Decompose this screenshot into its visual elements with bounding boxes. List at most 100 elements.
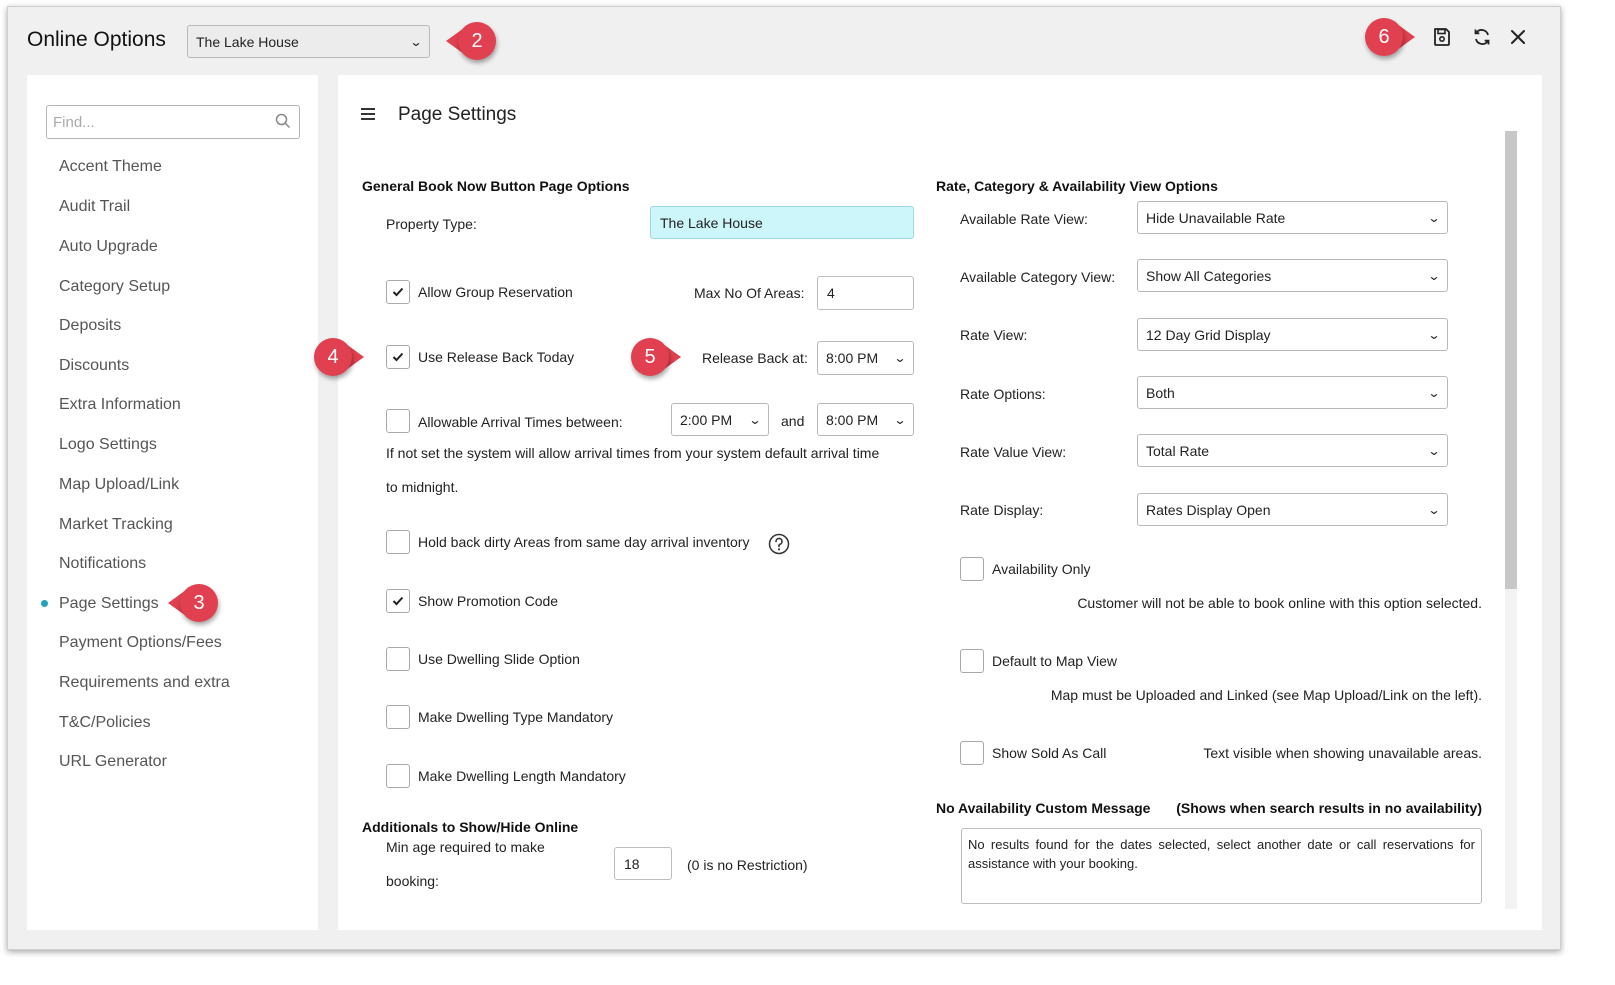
hamburger-menu-icon[interactable] — [360, 107, 376, 126]
window-title: Online Options — [27, 28, 166, 51]
sidebar-item-tc-policies[interactable]: T&C/Policies — [59, 714, 151, 732]
min-age-label-line1: Min age required to make — [386, 839, 545, 855]
rate-view-label: Rate View: — [960, 327, 1028, 343]
show-promotion-code-checkbox[interactable] — [386, 589, 410, 613]
help-icon[interactable] — [768, 533, 790, 560]
sidebar-item-requirements-and-extra[interactable]: Requirements and extra — [59, 674, 230, 692]
sidebar-item-logo-settings[interactable]: Logo Settings — [59, 436, 157, 454]
general-options-heading: General Book Now Button Page Options — [362, 178, 630, 194]
close-icon[interactable] — [1506, 25, 1530, 49]
allow-group-reservation-label: Allow Group Reservation — [418, 284, 573, 300]
rate-options-label: Rate Options: — [960, 386, 1046, 402]
default-map-view-label: Default to Map View — [992, 653, 1118, 669]
dwelling-length-mandatory-label: Make Dwelling Length Mandatory — [418, 768, 626, 784]
search-icon[interactable] — [275, 113, 291, 134]
search-input[interactable] — [46, 105, 300, 139]
callout-2: 2 — [446, 22, 496, 60]
dwelling-length-mandatory-checkbox[interactable] — [386, 764, 410, 788]
rate-options-select[interactable]: Both ⌄ — [1137, 376, 1448, 409]
available-category-view-value: Show All Categories — [1146, 267, 1272, 284]
rate-display-select[interactable]: Rates Display Open ⌄ — [1137, 493, 1448, 526]
arrival-to-value: 8:00 PM — [826, 411, 879, 428]
arrival-note-line1: If not set the system will allow arrival… — [386, 445, 880, 461]
arrival-to-select[interactable]: 8:00 PM ⌄ — [817, 403, 914, 436]
chevron-down-icon: ⌄ — [1427, 327, 1441, 342]
callout-5: 5 — [631, 338, 681, 376]
sidebar-item-market-tracking[interactable]: Market Tracking — [59, 516, 173, 534]
property-type-field[interactable]: The Lake House — [650, 206, 914, 239]
sidebar-item-discounts[interactable]: Discounts — [59, 357, 129, 375]
max-areas-input[interactable]: 4 — [817, 276, 914, 310]
refresh-icon[interactable] — [1470, 25, 1494, 49]
rate-options-value: Both — [1146, 384, 1175, 401]
min-age-note: (0 is no Restriction) — [687, 857, 808, 873]
sidebar-item-payment-options-fees[interactable]: Payment Options/Fees — [59, 634, 222, 652]
available-category-view-select[interactable]: Show All Categories ⌄ — [1137, 259, 1448, 292]
allowable-arrival-label: Allowable Arrival Times between: — [418, 414, 623, 430]
available-rate-view-label: Available Rate View: — [960, 211, 1088, 227]
callout-6: 6 — [1365, 18, 1415, 56]
available-rate-view-value: Hide Unavailable Rate — [1146, 209, 1286, 226]
default-map-view-checkbox[interactable] — [960, 649, 984, 673]
scrollbar-thumb[interactable] — [1505, 131, 1517, 589]
chevron-down-icon: ⌄ — [893, 412, 907, 427]
save-icon[interactable] — [1430, 25, 1454, 49]
use-release-back-checkbox[interactable] — [386, 345, 410, 369]
active-indicator-dot — [41, 600, 48, 607]
sidebar-item-auto-upgrade[interactable]: Auto Upgrade — [59, 238, 158, 256]
min-age-label-line2: booking: — [386, 873, 439, 889]
available-rate-view-select[interactable]: Hide Unavailable Rate ⌄ — [1137, 201, 1448, 234]
max-areas-label: Max No Of Areas: — [694, 285, 805, 301]
chevron-down-icon: ⌄ — [893, 351, 907, 365]
default-map-view-note: Map must be Uploaded and Linked (see Map… — [1050, 687, 1482, 703]
callout-3: 3 — [168, 584, 218, 622]
sidebar: Accent Theme Audit Trail Auto Upgrade Ca… — [27, 75, 318, 930]
allowable-arrival-checkbox[interactable] — [386, 409, 410, 433]
release-back-at-select[interactable]: 8:00 PM ⌄ — [817, 341, 914, 375]
arrival-from-select[interactable]: 2:00 PM ⌄ — [671, 403, 769, 436]
sidebar-item-map-upload-link[interactable]: Map Upload/Link — [59, 476, 179, 494]
sidebar-item-deposits[interactable]: Deposits — [59, 317, 121, 335]
chevron-down-icon: ⌄ — [1427, 502, 1441, 517]
arrival-from-value: 2:00 PM — [680, 411, 733, 428]
property-select[interactable]: The Lake House ⌄ — [187, 25, 430, 58]
dwelling-slide-label: Use Dwelling Slide Option — [418, 651, 580, 667]
chevron-down-icon: ⌄ — [1427, 385, 1441, 400]
release-back-at-value: 8:00 PM — [826, 350, 879, 366]
arrival-note-line2: to midnight. — [386, 479, 459, 495]
sidebar-item-accent-theme[interactable]: Accent Theme — [59, 158, 162, 176]
rate-view-select[interactable]: 12 Day Grid Display ⌄ — [1137, 318, 1448, 351]
hold-back-dirty-checkbox[interactable] — [386, 530, 410, 554]
sidebar-item-page-settings[interactable]: Page Settings — [59, 595, 159, 613]
rate-display-value: Rates Display Open — [1146, 501, 1271, 518]
property-type-label: Property Type: — [386, 216, 477, 232]
show-promotion-code-label: Show Promotion Code — [418, 593, 559, 609]
rate-view-value: 12 Day Grid Display — [1146, 326, 1271, 343]
availability-only-label: Availability Only — [992, 561, 1091, 577]
availability-only-checkbox[interactable] — [960, 557, 984, 581]
show-sold-as-call-checkbox[interactable] — [960, 741, 984, 765]
chevron-down-icon: ⌄ — [1427, 210, 1441, 225]
property-select-value: The Lake House — [196, 33, 299, 50]
rate-value-view-select[interactable]: Total Rate ⌄ — [1137, 434, 1448, 467]
sidebar-item-notifications[interactable]: Notifications — [59, 555, 146, 573]
online-options-window: Online Options The Lake House ⌄ 2 6 Acce… — [7, 6, 1561, 950]
dwelling-type-mandatory-checkbox[interactable] — [386, 705, 410, 729]
dwelling-type-mandatory-label: Make Dwelling Type Mandatory — [418, 709, 614, 725]
allow-group-reservation-checkbox[interactable] — [386, 280, 410, 304]
min-age-input[interactable]: 18 — [614, 847, 672, 880]
dwelling-slide-checkbox[interactable] — [386, 647, 410, 671]
release-back-at-label: Release Back at: — [702, 350, 808, 366]
show-sold-as-call-label: Show Sold As Call — [992, 745, 1107, 761]
no-availability-heading: No Availability Custom Message — [936, 800, 1151, 816]
sidebar-item-category-setup[interactable]: Category Setup — [59, 278, 170, 296]
rate-value-view-label: Rate Value View: — [960, 444, 1067, 460]
use-release-back-label: Use Release Back Today — [418, 349, 575, 365]
sidebar-item-audit-trail[interactable]: Audit Trail — [59, 198, 130, 216]
additionals-heading: Additionals to Show/Hide Online — [362, 819, 579, 835]
no-availability-message-textarea[interactable]: No results found for the dates selected,… — [961, 828, 1482, 904]
rate-display-label: Rate Display: — [960, 502, 1044, 518]
sidebar-item-url-generator[interactable]: URL Generator — [59, 753, 167, 771]
sidebar-item-extra-information[interactable]: Extra Information — [59, 396, 181, 414]
chevron-down-icon: ⌄ — [1427, 443, 1441, 458]
